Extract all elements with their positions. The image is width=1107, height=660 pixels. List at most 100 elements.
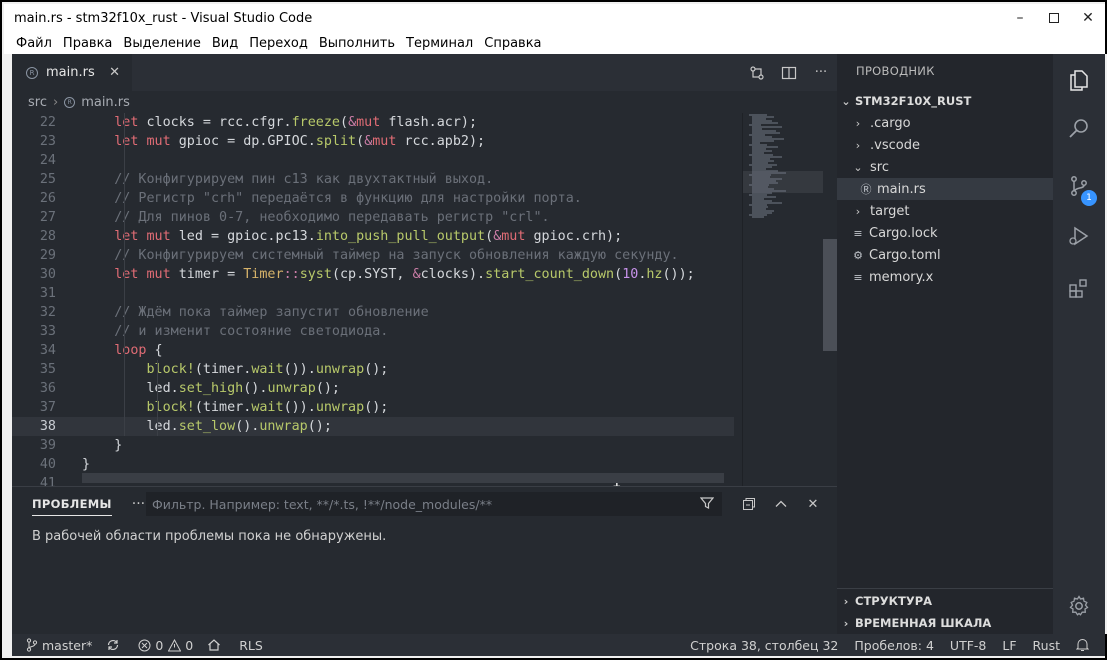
more-actions-icon[interactable]: ··· [805,54,837,91]
menu-edit[interactable]: Правка [63,36,112,51]
rls-status[interactable]: RLS [239,638,263,653]
line-text: let mut timer = Timer::syst(cp.SYST, &cl… [114,267,695,282]
tree-item-main-rs[interactable]: Ⓡmain.rs [837,178,1053,200]
tree-item-cargo[interactable]: › .cargo [837,112,1053,134]
line-number: 41 [39,476,56,486]
tree-item-vscode[interactable]: › .vscode [837,134,1053,156]
code-line[interactable]: 32 // Ждём пока таймер запустит обновлен… [12,303,734,322]
code-line[interactable]: 25 // Конфигурируем пин c13 как двухтакт… [12,170,734,189]
extensions-icon[interactable] [1053,264,1105,312]
code-line[interactable]: 40} [12,455,734,474]
branch-status[interactable]: master* [26,638,92,653]
menu-file[interactable]: Файл [16,36,52,51]
settings-gear-icon[interactable] [1053,582,1105,630]
line-text: // и изменит состояние светодиода. [114,324,389,339]
notifications-bell-icon[interactable] [1076,638,1093,652]
code-line[interactable]: 36 led.set_high().unwrap(); [12,379,734,398]
tab-main-rs[interactable]: R main.rs ✕ [12,54,132,91]
explorer-root-header[interactable]: ⌄ STM32F10X_RUST [837,90,1053,112]
encoding[interactable]: UTF-8 [950,638,986,653]
outline-label: СТРУКТУРА [855,594,933,608]
menu-selection[interactable]: Выделение [123,36,200,51]
tree-item-memory-x[interactable]: ≡ memory.x [837,266,1053,288]
tree-item-label: main.rs [877,181,926,197]
menu-terminal[interactable]: Терминал [406,36,473,51]
code-line[interactable]: 37 block!(timer.wait()).unwrap(); [12,398,734,417]
end-of-line[interactable]: LF [1002,638,1016,653]
menu-run[interactable]: Выполнить [319,36,395,51]
tree-item-src[interactable]: ⌄ src [837,156,1053,178]
code-line[interactable]: 23 let mut gpioc = dp.GPIOC.split(&mut r… [12,132,734,151]
code-line[interactable]: 29 // Конфигурируем системный таймер на … [12,246,734,265]
menu-view[interactable]: Вид [212,36,238,51]
close-tab-icon[interactable]: ✕ [109,65,120,80]
maximize-panel-icon[interactable] [765,497,797,511]
sync-icon[interactable] [106,638,124,652]
home-icon[interactable] [207,638,225,652]
chevron-right-icon: › [855,204,861,218]
scrollbar-thumb[interactable] [823,239,837,351]
tree-item-target[interactable]: › target [837,200,1053,222]
breadcrumb-folder[interactable]: src [28,95,47,110]
close-panel-icon[interactable]: ✕ [797,497,829,512]
code-line[interactable]: 27 // Для пинов 0-7, необходимо передава… [12,208,734,227]
horizontal-scrollbar[interactable] [82,473,724,483]
line-number: 36 [39,381,56,396]
cursor-position[interactable]: Строка 38, столбец 32 [690,638,838,653]
vscode-window: main.rs - stm32f10x_rust - Visual Studio… [0,0,1107,660]
menu-help[interactable]: Справка [484,36,541,51]
code-line[interactable]: 26 // Регистр "crh" передаётся в функцию… [12,189,734,208]
code-line[interactable]: 22 let clocks = rcc.cfgr.freeze(&mut fla… [12,113,734,132]
section-divider [837,588,1053,589]
activity-bar: 1 [1053,54,1105,634]
split-editor-icon[interactable] [773,54,805,91]
line-text: // Конфигурируем пин c13 как двухтактный… [114,172,494,187]
tree-item-cargo-toml[interactable]: ⚙ Cargo.toml [837,244,1053,266]
timeline-section-header[interactable]: › ВРЕМЕННАЯ ШКАЛА [837,612,1053,634]
problems-status[interactable]: 0 0 [138,638,193,653]
chevron-right-icon: › [843,616,849,630]
filter-icon[interactable] [699,496,715,513]
collapse-all-icon[interactable] [733,497,765,511]
language-mode[interactable]: Rust [1033,638,1060,653]
rust-file-icon: Ⓡ [860,183,872,196]
panel-more-icon[interactable]: ··· [132,496,145,512]
vertical-scrollbar[interactable] [823,113,837,486]
menu-go[interactable]: Переход [249,36,308,51]
source-control-icon[interactable]: 1 [1053,162,1105,210]
tree-item-label: .cargo [870,115,911,131]
minimap[interactable] [742,113,823,486]
tab-problems[interactable]: ПРОБЛЕМЫ [32,497,112,516]
problems-filter-input[interactable]: Фильтр. Например: text, **/*.ts, !**/nod… [146,492,722,516]
close-window-button[interactable]: ✕ [1071,4,1105,32]
line-number: 28 [39,229,56,244]
code-editor[interactable]: 22 let clocks = rcc.cfgr.freeze(&mut fla… [12,113,734,486]
breadcrumb-file[interactable]: main.rs [81,95,130,110]
explorer-icon[interactable] [1053,56,1105,104]
indentation[interactable]: Пробелов: 4 [854,638,934,653]
maximize-button[interactable] [1037,4,1071,32]
minimize-button[interactable]: – [1003,4,1037,32]
open-changes-icon[interactable] [741,54,773,91]
line-text: block!(timer.wait()).unwrap(); [146,362,389,377]
line-text: led.set_low().unwrap(); [82,419,332,434]
outline-section-header[interactable]: › СТРУКТУРА [837,590,1053,612]
code-line[interactable]: 35 block!(timer.wait()).unwrap(); [12,360,734,379]
tree-item-label: .vscode [870,137,920,153]
tree-item-cargo-lock[interactable]: ≡ Cargo.lock [837,222,1053,244]
search-icon[interactable] [1053,104,1105,152]
code-line[interactable]: 33 // и изменит состояние светодиода. [12,322,734,341]
run-debug-icon[interactable] [1053,212,1105,260]
breadcrumb: src › R main.rs [12,91,837,113]
code-line[interactable]: 39 } [12,436,734,455]
branch-name: master* [42,637,93,653]
code-line[interactable]: 28 let mut led = gpioc.pc13.into_push_pu… [12,227,734,246]
code-line[interactable]: 34 loop { [12,341,734,360]
line-text: block!(timer.wait()).unwrap(); [146,400,389,415]
rust-file-icon: R [64,96,76,108]
code-line[interactable]: 24 [12,151,734,170]
code-line[interactable]: 30 let mut timer = Timer::syst(cp.SYST, … [12,265,734,284]
code-line[interactable]: 38 led.set_low().unwrap(); [12,417,734,436]
line-text: } [82,438,123,453]
code-line[interactable]: 31 [12,284,734,303]
